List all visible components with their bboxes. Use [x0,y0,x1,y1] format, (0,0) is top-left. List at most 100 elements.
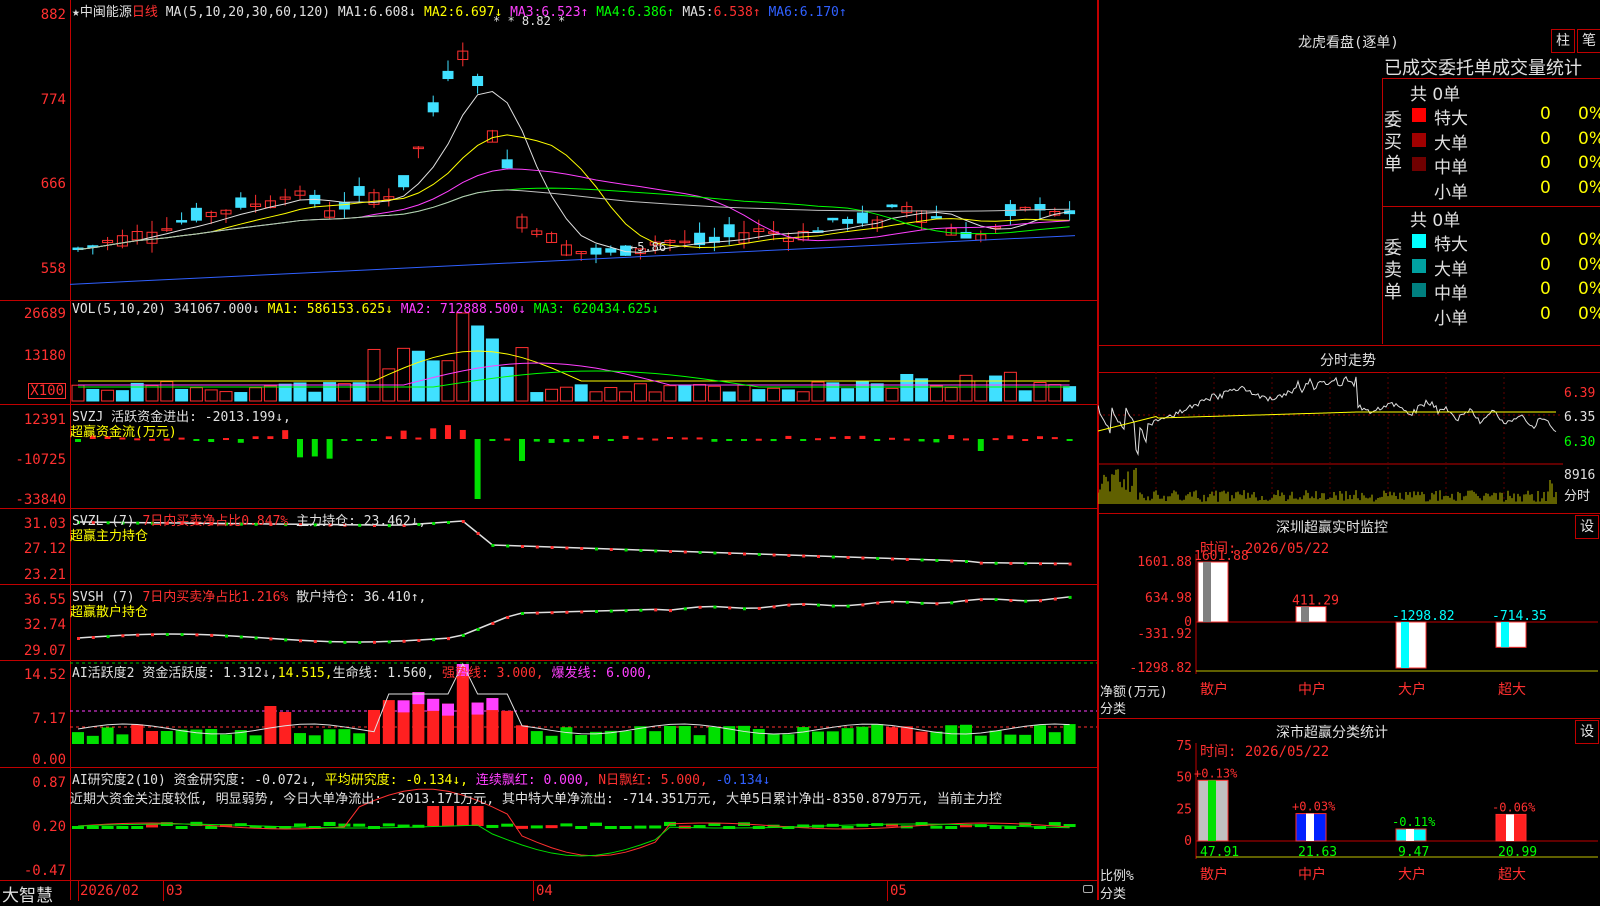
ma-line [70,235,1076,285]
holding-dot [846,604,850,608]
holding-dot [861,603,865,607]
intraday-price: 6.30 [1564,435,1596,450]
activity-bar [841,728,854,744]
order-count: 0 [1540,279,1551,299]
ratio-bar-shade [1506,814,1514,841]
ai-research-panel[interactable]: AI研究度2(10) 资金研究度: -0.072↓, 平均研究度: -0.134… [70,767,1097,881]
holding-dot [521,612,524,615]
intraday-panel[interactable]: 分时走势 6.39 6.35 6.30 8916 分时 [1098,345,1600,514]
activity-bar [368,709,380,744]
volume-bar [426,360,440,402]
ratio-change-label: +0.13% [1194,766,1238,780]
flow-bar [770,439,777,442]
monitor-category-label: 超大 [1498,682,1526,698]
activity-bar [382,700,395,744]
holding-dot [461,520,465,523]
order-count: 0 [1540,230,1551,250]
holding-dot [1009,599,1013,603]
holding-dot [950,559,954,563]
ratio-change-label: +0.03% [1292,800,1336,814]
order-color-swatch [1412,307,1426,322]
order-color-swatch [1412,283,1426,297]
volume-bar [559,386,573,402]
holding-dot [817,603,820,607]
activity-bar [826,731,839,744]
lhb-subtitle: 已成交委托单成交量统计 [1384,58,1582,79]
candle-body [427,102,439,113]
candlestick-chart[interactable] [70,0,1097,300]
activity-bar [752,729,765,744]
holding-dot [609,609,613,613]
flow-bar [341,439,348,441]
ai-activity-panel[interactable]: AI活跃度2 资金活跃度: 1.312↓,14.515,生命线: 1.560, … [70,660,1097,768]
vol-ma1: MA1: 586153.625↓ [267,302,393,317]
order-count: 0 [1540,128,1551,149]
brand-label[interactable]: 大智慧 [2,881,53,906]
tick-mode-button[interactable]: 笔 [1577,29,1600,53]
activity-bar [767,733,780,744]
order-type: 小单 [1434,308,1468,329]
svzl-panel[interactable]: SVZL (7) 7日内买卖净占比0.847% 主力持仓: 23.462↓, 超… [70,508,1097,585]
activity-bar [1063,724,1076,744]
research-bar [175,826,188,829]
svsh-sub: 超赢散户持仓 [70,605,149,620]
svsh-panel[interactable]: SVSH (7) 7日内买卖净占比1.216% 散户持仓: 36.410↑, 超… [70,584,1097,661]
activity-bar [353,733,366,744]
svsh-yaxis: 36.55 32.74 29.07 [0,584,70,661]
activity-bar [86,735,99,744]
holding-dot [432,638,436,642]
ai2-b: 平均研究度: -0.134↓, [324,773,469,788]
volume-bar [397,347,411,402]
sell-total: 共 0单 [1410,211,1461,231]
date-label: 05 [890,883,907,899]
svzj-panel[interactable]: SVZJ 活跃资金进出: -2013.199↓, 超赢资金流(万元) [70,404,1097,509]
date-label: 04 [536,883,553,899]
price-panel[interactable]: ★中闽能源日线 MA(5,10,20,30,60,120) MA1:6.608↓… [70,0,1097,300]
volume-bar [707,385,721,402]
net-amount-chart: 1601.88634.980-331.92-1298.821601.88散户41… [1129,549,1598,698]
holding-dot [802,602,806,606]
volume-bar [411,350,425,402]
vol-unit[interactable]: X100 [28,383,66,399]
intraday-avg-line [1098,411,1556,432]
volume-bar [293,382,307,402]
monitor-bar [1295,606,1327,623]
lock-icon[interactable] [1083,885,1093,893]
volume-bar [959,374,973,402]
volume-bar [589,391,603,402]
ratio-value-label: 9.47 [1398,845,1429,860]
flow-bar [297,439,303,458]
order-type: 特大 [1434,109,1468,129]
ma4-value: 6.386↑ [627,5,675,20]
volume-bar [204,389,218,402]
candle-body [842,218,854,224]
volume-bar [929,385,943,402]
ai2-tick: 0.20 [32,819,66,835]
holding-dot [846,556,850,559]
research-bar [634,825,647,829]
ma5-value: 6.538↑ [713,5,761,20]
holding-dot [254,636,258,640]
flow-bar [963,438,969,441]
flow-bar [815,438,821,441]
volume-bar [648,391,662,402]
holding-dot [950,601,954,605]
bar-mode-button[interactable]: 柱 [1551,29,1575,53]
holding-dot [535,545,539,549]
volume-panel[interactable]: VOL(5,10,20) 341067.000↓ MA1: 586153.625… [70,300,1097,405]
research-bar [353,823,366,827]
order-type: 大单 [1434,133,1468,154]
ai1-name: AI活跃度2 [72,666,135,681]
holding-dot [565,610,569,614]
date-tick [533,881,534,901]
intraday-chart[interactable] [1098,346,1600,514]
ratio-tick: 75 [1176,739,1192,754]
flow-bar [223,438,229,441]
candle-body [886,204,898,208]
research-bar [382,823,395,827]
research-bar [486,824,499,828]
ratio-category-label: 大户 [1398,866,1426,883]
holding-dot [669,550,672,553]
research-bar [146,824,158,828]
candle-body [590,247,602,255]
